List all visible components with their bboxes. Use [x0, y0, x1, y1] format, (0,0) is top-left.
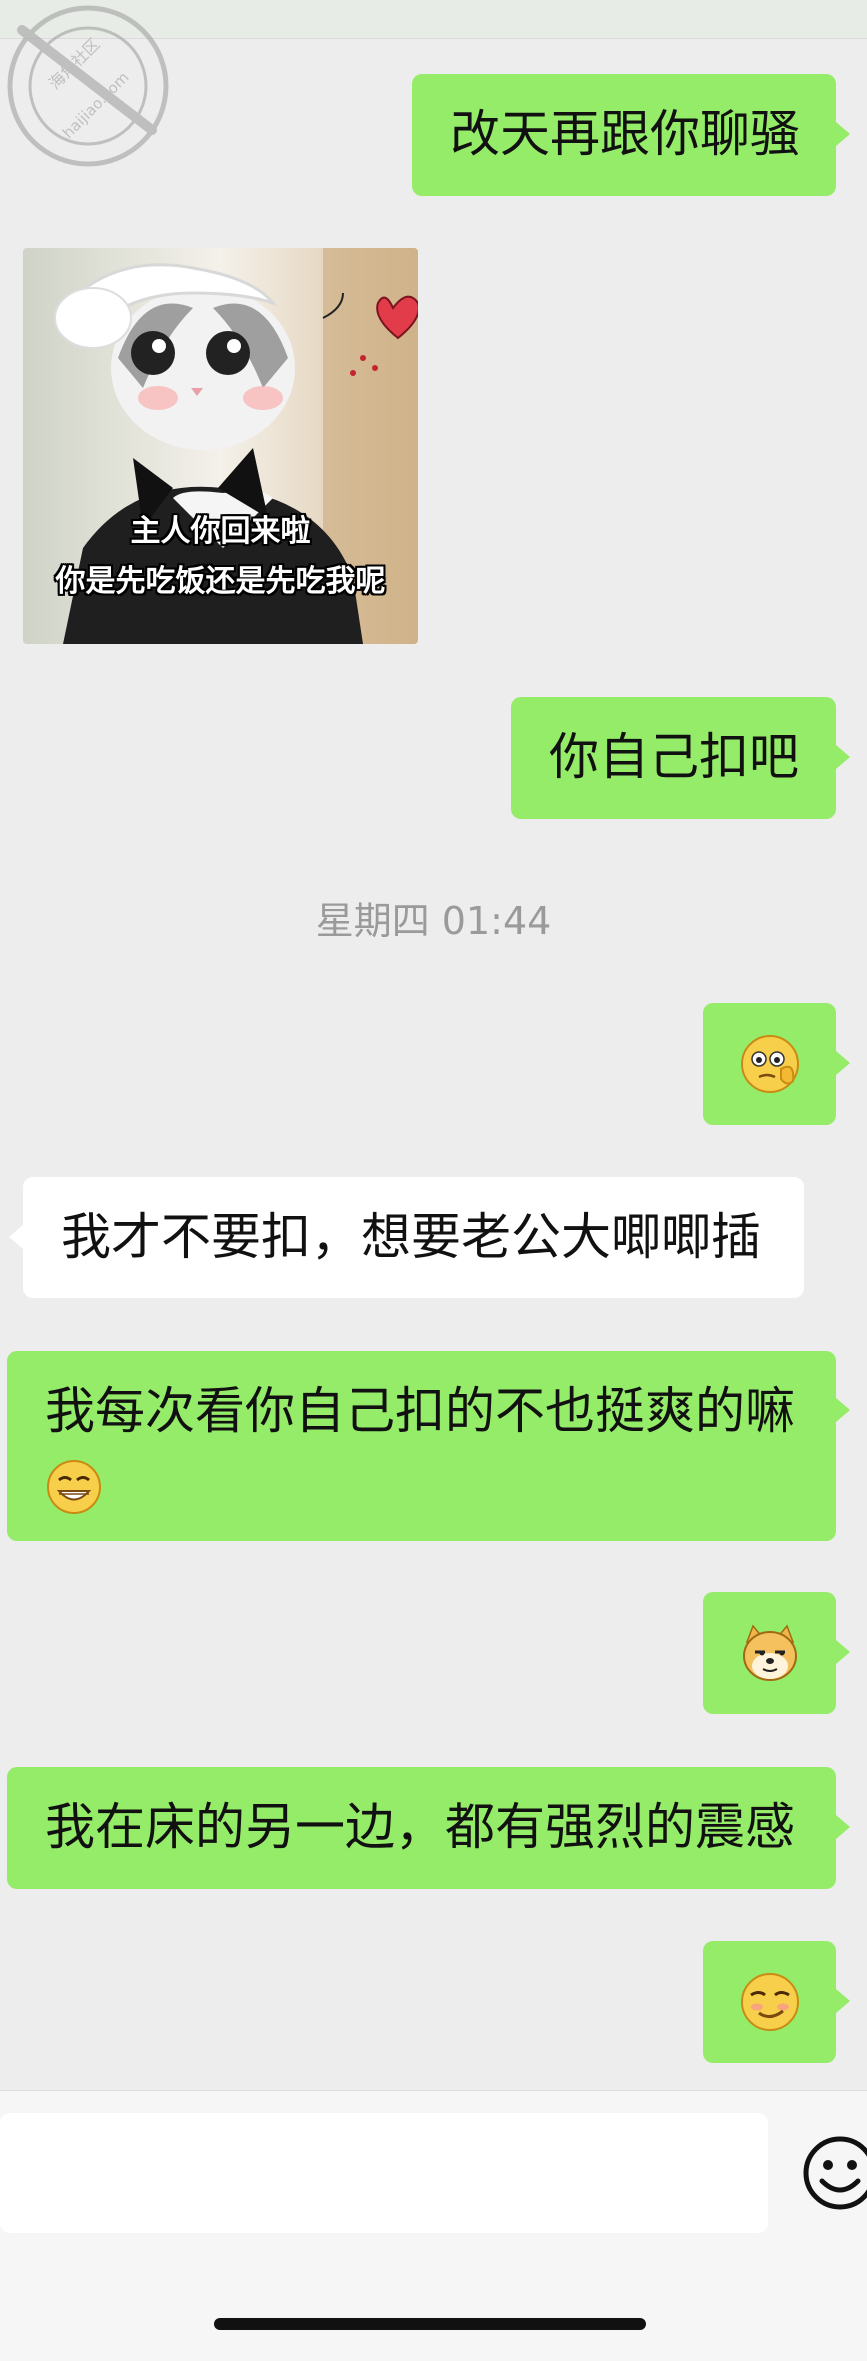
message-text: 我在床的另一边，都有强烈的震感: [45, 1798, 795, 1856]
message-input-field[interactable]: [0, 2113, 768, 2233]
message-text: 你自己扣吧: [549, 728, 799, 786]
home-indicator: [214, 2318, 646, 2330]
message-bubble-outgoing[interactable]: [703, 1941, 836, 2063]
bubble-tail: [836, 1989, 850, 2013]
message-text: 改天再跟你聊骚: [450, 105, 800, 163]
bubble-tail: [836, 1051, 850, 1075]
message-bubble-outgoing[interactable]: 我每次看你自己扣的不也挺爽的嘛: [7, 1351, 836, 1541]
message-bubble-outgoing[interactable]: 我在床的另一边，都有强烈的震感: [7, 1767, 836, 1889]
message-bubble-outgoing[interactable]: 你自己扣吧: [511, 697, 836, 819]
message-bubble-outgoing[interactable]: 改天再跟你聊骚: [412, 74, 836, 196]
bubble-tail: [836, 1815, 850, 1839]
bubble-tail: [836, 122, 850, 146]
thinking-face-emoji: [741, 1035, 799, 1093]
message-text: 我每次看你自己扣的不也挺爽的嘛: [45, 1382, 795, 1440]
bubble-tail: [836, 1398, 850, 1422]
cat-sticker-image[interactable]: 主人你回来啦 你是先吃饭还是先吃我呢: [23, 248, 418, 644]
bubble-tail: [9, 1225, 23, 1249]
message-timestamp: 星期四 01:44: [315, 899, 552, 943]
sticker-caption-line1: 主人你回来啦: [130, 514, 311, 549]
message-bubble-outgoing[interactable]: [703, 1592, 836, 1714]
smiley-face-icon[interactable]: [800, 2133, 867, 2213]
doge-emoji: [743, 1624, 797, 1681]
sticker-caption-line2: 你是先吃饭还是先吃我呢: [55, 564, 386, 599]
watermark-logo: 海角社区 haijiao.com: [7, 5, 169, 167]
message-bubble-outgoing[interactable]: [703, 1003, 836, 1125]
message-text: 我才不要扣，想要老公大唧唧插: [61, 1208, 761, 1266]
bubble-tail: [836, 1640, 850, 1664]
smirk-emoji: [741, 1973, 799, 2031]
bubble-tail: [836, 745, 850, 769]
grin-emoji: [47, 1459, 101, 1514]
message-bubble-incoming[interactable]: 我才不要扣，想要老公大唧唧插: [23, 1177, 804, 1298]
